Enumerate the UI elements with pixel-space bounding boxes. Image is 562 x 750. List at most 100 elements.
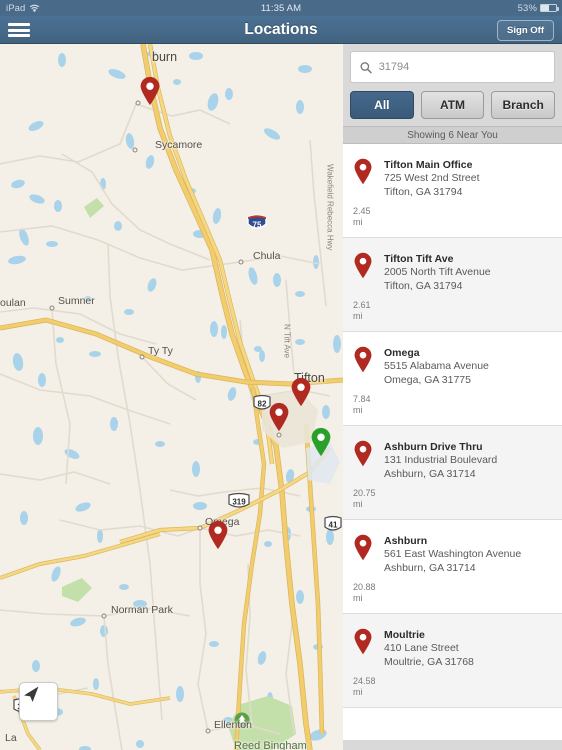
location-city-state-zip: Tifton, GA 31794 [384, 185, 463, 198]
map-label: La [5, 732, 17, 744]
search-box[interactable] [350, 51, 555, 83]
location-pin-icon [351, 439, 375, 467]
sign-off-button[interactable]: Sign Off [497, 20, 554, 41]
map-pin-ashburn[interactable] [139, 76, 161, 106]
location-text: Ashburn Drive Thru 131 Industrial Bouleva… [384, 439, 497, 481]
location-pin-icon [351, 533, 375, 561]
location-street: 725 West 2nd Street [384, 172, 480, 184]
map-road-label: N Tift Ave [282, 324, 292, 359]
location-list-item[interactable]: Omega 5515 Alabama Avenue Omega, GA 31775 7… [343, 332, 562, 426]
search-icon [360, 61, 372, 73]
map-label: Reed Bingham [234, 740, 307, 750]
location-name: Tifton Main Office [384, 159, 473, 171]
location-distance: 2.61 mi [353, 300, 371, 321]
map-label: Sycamore [155, 139, 203, 151]
svg-text:75: 75 [253, 221, 262, 230]
location-name: Ashburn [384, 535, 428, 547]
current-location-button[interactable] [19, 682, 58, 721]
location-distance: 7.84 mi [353, 394, 371, 415]
location-text: Tifton Tift Ave 2005 North Tift Avenue Tif… [384, 251, 491, 293]
location-name: Tifton Tift Ave [384, 253, 454, 265]
status-bar-right: 53% [517, 2, 559, 14]
location-name: Omega [384, 347, 420, 359]
map-label: Ty Ty [148, 345, 173, 357]
map-label: burn [152, 50, 178, 64]
svg-text:319: 319 [232, 498, 246, 507]
location-name: Ashburn Drive Thru [384, 441, 483, 453]
map-town-dot [101, 613, 107, 619]
battery-percent: 53% [517, 2, 537, 14]
location-city-state-zip: Moultrie, GA 31768 [384, 655, 474, 668]
location-list-item[interactable]: Tifton Tift Ave 2005 North Tift Avenue Tif… [343, 238, 562, 332]
map-label: oulan [0, 297, 26, 309]
location-distance: 20.88 mi [353, 582, 376, 603]
location-row-content: Ashburn 561 East Washington Avenue Ashburn… [351, 533, 554, 575]
svg-text:41: 41 [329, 521, 338, 530]
location-row-content: Moultrie 410 Lane Street Moultrie, GA 3176… [351, 627, 554, 669]
map-town-dot [139, 354, 145, 360]
location-list-item[interactable]: Ashburn 561 East Washington Avenue Ashburn… [343, 520, 562, 614]
location-row-content: Tifton Main Office 725 West 2nd Street Tif… [351, 157, 554, 199]
map-label: Chula [253, 250, 281, 262]
location-row-content: Tifton Tift Ave 2005 North Tift Avenue Tif… [351, 251, 554, 293]
map-label: Norman Park [111, 604, 173, 616]
status-bar: iPad 11:35 AM 53% [0, 0, 562, 16]
location-pin-icon [351, 345, 375, 373]
battery-icon [540, 4, 559, 12]
locations-list[interactable]: Tifton Main Office 725 West 2nd Street Tif… [343, 144, 562, 740]
location-list-item[interactable]: Tifton Main Office 725 West 2nd Street Tif… [343, 144, 562, 238]
location-row-content: Ashburn Drive Thru 131 Industrial Bouleva… [351, 439, 554, 481]
map-pin-tifton-tift-ave[interactable] [290, 377, 312, 407]
map-town-dot [197, 525, 203, 531]
location-street: 131 Industrial Boulevard [384, 454, 498, 466]
current-location-arrow-icon [24, 686, 39, 702]
location-list-item[interactable]: Ashburn Drive Thru 131 Industrial Bouleva… [343, 426, 562, 520]
location-text: Tifton Main Office 725 West 2nd Street Tif… [384, 157, 480, 199]
location-pin-icon [351, 251, 375, 279]
map-label: Sumner [58, 295, 95, 307]
location-row-content: Omega 5515 Alabama Avenue Omega, GA 31775 [351, 345, 554, 387]
results-count-label: Showing 6 Near You [343, 126, 562, 144]
map-town-dot [276, 432, 282, 438]
map-view[interactable]: 758231941319 burnSycamoreChulaoulanSumne… [0, 44, 343, 750]
svg-text:82: 82 [258, 400, 267, 409]
filter-segmented-control: All ATM Branch [343, 83, 562, 126]
location-street: 561 East Washington Avenue [384, 548, 522, 560]
location-text: Omega 5515 Alabama Avenue Omega, GA 31775 [384, 345, 489, 387]
locations-panel: AllATMBranch Showing 6 Near You Tifton M… [343, 44, 562, 750]
map-town-dot [49, 305, 55, 311]
navigation-bar: Locations Sign Off [0, 16, 562, 44]
location-list-item[interactable]: Moultrie 410 Lane Street Moultrie, GA 3176… [343, 614, 562, 708]
map-pin-tifton-main-office[interactable] [268, 402, 290, 432]
locations-screen: iPad 11:35 AM 53% Locations Sign Off 75 … [0, 0, 562, 750]
page-title: Locations [244, 20, 318, 38]
location-distance: 20.75 mi [353, 488, 376, 509]
location-city-state-zip: Omega, GA 31775 [384, 373, 471, 386]
location-street: 2005 North Tift Avenue [384, 266, 491, 278]
location-city-state-zip: Ashburn, GA 31714 [384, 467, 476, 480]
map-road-label: Wakefield Rebecca Hwy [325, 164, 335, 251]
location-pin-icon [351, 157, 375, 185]
map-town-dot [132, 147, 138, 153]
map-town-dot [238, 259, 244, 265]
location-city-state-zip: Ashburn, GA 31714 [384, 561, 476, 574]
location-distance: 24.58 mi [353, 676, 376, 697]
location-text: Moultrie 410 Lane Street Moultrie, GA 3176… [384, 627, 474, 669]
map-pin-omega[interactable] [207, 520, 229, 550]
map-pin-selected[interactable] [310, 427, 332, 457]
location-name: Moultrie [384, 629, 425, 641]
location-street: 410 Lane Street [384, 642, 459, 654]
map-label: Ellenton [214, 719, 252, 731]
location-pin-icon [351, 627, 375, 655]
filter-button-branch[interactable]: Branch [491, 91, 556, 119]
search-input[interactable] [378, 61, 545, 73]
search-container [343, 44, 562, 83]
filter-button-atm[interactable]: ATM [420, 91, 485, 119]
location-distance: 2.45 mi [353, 206, 371, 227]
map-town-dot [205, 728, 211, 734]
location-street: 5515 Alabama Avenue [384, 360, 489, 372]
location-city-state-zip: Tifton, GA 31794 [384, 279, 463, 292]
location-text: Ashburn 561 East Washington Avenue Ashburn… [384, 533, 521, 575]
filter-button-all[interactable]: All [350, 91, 414, 119]
status-bar-clock: 11:35 AM [260, 2, 302, 14]
